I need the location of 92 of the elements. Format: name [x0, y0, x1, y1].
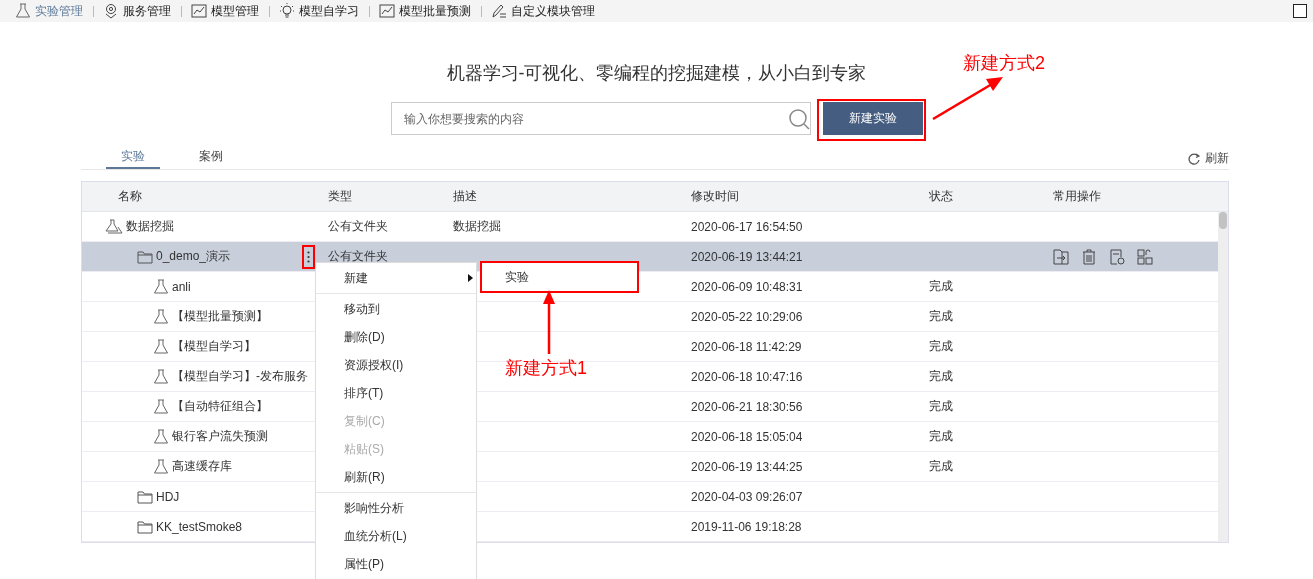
table-cell: 完成 — [929, 428, 953, 445]
table-cell: 2020-06-09 10:48:31 — [691, 279, 803, 294]
table-cell: 2019-11-06 19:18:28 — [691, 519, 802, 534]
square-icon[interactable] — [1293, 4, 1307, 18]
nav-item[interactable]: 服务管理 — [96, 5, 182, 17]
search-icon — [787, 108, 810, 130]
flask-icon — [153, 308, 169, 325]
table-cell: 完成 — [929, 278, 953, 295]
column-header: 修改时间 — [691, 188, 740, 205]
menu-item[interactable]: 资源授权(I) — [316, 351, 476, 379]
nav-item[interactable]: 模型批量预测 — [372, 5, 482, 17]
menu-item[interactable]: 删除(D) — [316, 323, 476, 351]
move-to-folder-icon[interactable] — [1053, 248, 1069, 265]
column-header: 名称 — [117, 188, 143, 205]
menu-item[interactable]: 排序(T) — [316, 379, 476, 407]
more-button[interactable] — [302, 245, 315, 269]
item-name[interactable]: 【模型自学习】 — [172, 338, 256, 355]
table-cell: 2020-05-22 10:29:06 — [691, 309, 803, 324]
item-name[interactable]: 【自动特征组合】 — [172, 398, 268, 415]
table-cell: 完成 — [929, 338, 953, 355]
arrow — [932, 76, 1004, 120]
column-header: 类型 — [328, 188, 353, 205]
caret-icon — [468, 274, 473, 282]
column-header: 描述 — [453, 188, 478, 205]
item-name[interactable]: KK_testSmoke8 — [156, 519, 243, 534]
flask-icon — [153, 338, 169, 355]
item-name[interactable]: 数据挖掘 — [126, 218, 174, 235]
table-cell: 数据挖掘 — [453, 218, 501, 235]
pencil-icon — [491, 3, 507, 19]
more-icon — [307, 251, 310, 263]
table-cell: 完成 — [929, 398, 953, 415]
flask-icon — [153, 278, 169, 295]
menu-item[interactable]: 实验 — [482, 263, 637, 291]
flask-icon — [153, 398, 169, 415]
nav-item[interactable]: 模型自学习 — [272, 5, 370, 17]
table-cell: 完成 — [929, 458, 953, 475]
column-header: 状态 — [929, 188, 954, 205]
pin-icon — [103, 3, 119, 19]
flask-icon — [153, 368, 169, 385]
item-name[interactable]: anli — [172, 279, 191, 294]
item-name[interactable]: 【模型自学习】-发布服务 — [172, 368, 308, 385]
scrollbar[interactable] — [1218, 212, 1228, 542]
item-name[interactable]: 高速缓存库 — [172, 458, 232, 475]
annotation-label: 新建方式1 — [505, 357, 587, 380]
search-field[interactable]: 输入你想要搜索的内容 — [390, 102, 811, 135]
item-name[interactable]: HDJ — [156, 489, 180, 504]
headline: 机器学习-可视化、零编程的挖掘建模，从小白到专家 — [446, 62, 867, 85]
flask-icon — [153, 458, 169, 475]
nav-item[interactable]: 自定义模块管理 — [484, 5, 605, 17]
refresh-button[interactable]: 刷新 — [1188, 150, 1229, 167]
table-cell: 2020-06-18 15:05:04 — [691, 429, 803, 444]
table-cell: 公有文件夹 — [328, 218, 388, 235]
tab[interactable]: 实验 — [106, 145, 160, 169]
item-name[interactable]: 0_demo_演示 — [156, 248, 231, 265]
delete-icon[interactable] — [1081, 248, 1097, 265]
table-cell: 完成 — [929, 308, 953, 325]
flask-icon — [153, 428, 169, 445]
chart-icon — [379, 3, 395, 19]
folder-icon — [137, 488, 153, 505]
bulb-icon — [279, 3, 295, 19]
annotation-label: 新建方式2 — [963, 52, 1045, 75]
table-cell: 2020-06-17 16:54:50 — [691, 219, 803, 234]
tab[interactable]: 案例 — [184, 145, 238, 169]
column-header: 常用操作 — [1053, 188, 1102, 205]
menu-item[interactable]: 属性(P) — [316, 550, 476, 578]
table-cell: 完成 — [929, 368, 953, 385]
menu-item[interactable]: 新建 — [316, 264, 476, 292]
table-cell: 公有文件夹 — [328, 248, 388, 265]
item-name[interactable]: 【模型批量预测】 — [172, 308, 268, 325]
item-name[interactable]: 银行客户流失预测 — [172, 428, 268, 445]
folder-icon — [137, 248, 153, 265]
flask-stack-icon — [105, 218, 123, 235]
refresh-icon — [1188, 152, 1200, 165]
table-cell: 2020-06-18 11:42:29 — [691, 339, 802, 354]
table-cell: 2020-04-03 09:26:07 — [691, 489, 803, 504]
settings-icon[interactable] — [1109, 248, 1125, 265]
nav-item[interactable]: 模型管理 — [184, 5, 270, 17]
chart-icon — [191, 3, 207, 19]
table-row[interactable]: 0_demo_演示 公有文件夹 2020-06-19 13:44:21 — [82, 242, 1218, 272]
new-experiment-button[interactable]: 新建实验 — [822, 102, 923, 135]
grid-icon[interactable] — [1137, 248, 1153, 265]
table-cell: 2020-06-19 13:44:25 — [691, 459, 803, 474]
nav-item[interactable]: 实验管理 — [8, 5, 94, 17]
flask-icon — [15, 3, 31, 19]
folder-icon — [137, 518, 153, 535]
menu-item[interactable]: 影响性分析 — [316, 494, 476, 522]
table-cell: 2020-06-18 10:47:16 — [691, 369, 803, 384]
menu-item[interactable]: 血统分析(L) — [316, 522, 476, 550]
menu-item[interactable]: 刷新(R) — [316, 463, 476, 491]
table-cell: 2020-06-19 13:44:21 — [691, 249, 803, 264]
menu-item[interactable]: 移动到 — [316, 295, 476, 323]
table-cell: 2020-06-21 18:30:56 — [691, 399, 803, 414]
